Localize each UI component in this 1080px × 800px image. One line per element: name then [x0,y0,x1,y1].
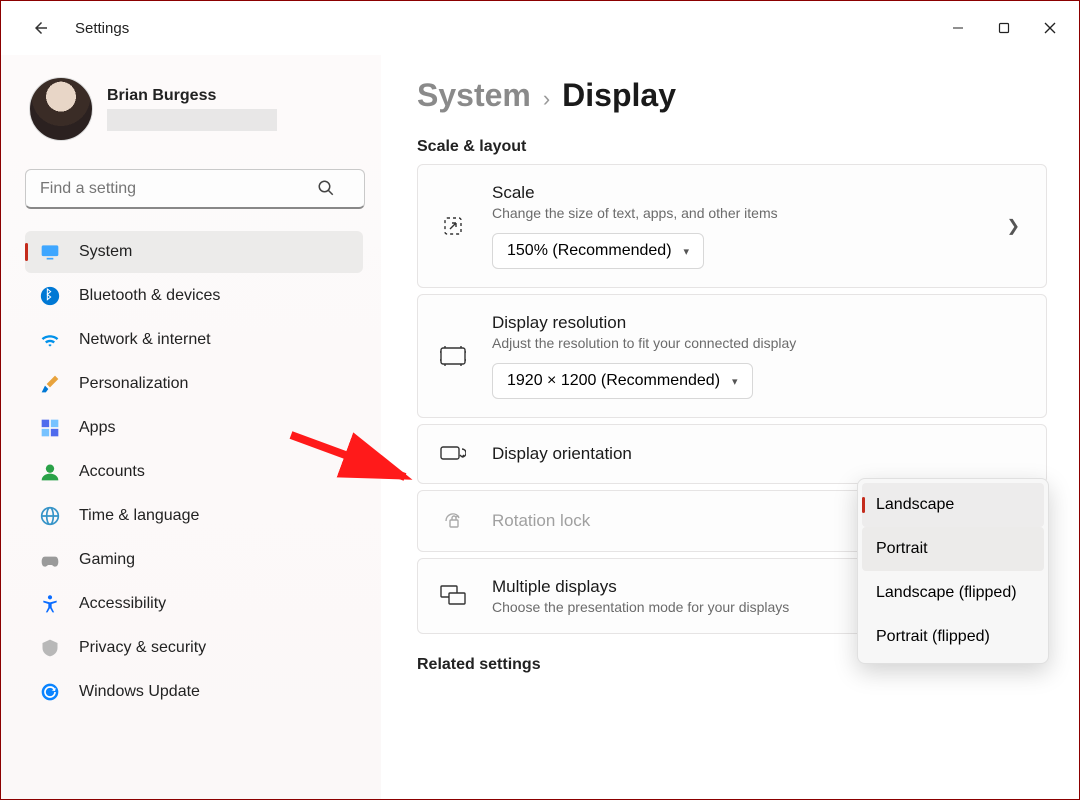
search-icon [317,179,335,197]
main-content: System › Display Scale & layout Scale Ch… [381,55,1079,799]
resolution-icon [438,344,468,368]
resolution-select[interactable]: 1920 × 1200 (Recommended) ▾ [492,363,753,399]
rotation-lock-icon [438,509,468,533]
sidebar-item-apps[interactable]: Apps [25,407,363,449]
scale-select[interactable]: 150% (Recommended) ▾ [492,233,704,269]
orientation-option-landscape[interactable]: Landscape [862,483,1044,527]
shield-icon [39,637,61,659]
card-scale[interactable]: Scale Change the size of text, apps, and… [417,164,1047,288]
sidebar-item-label: Accounts [79,463,145,481]
card-orientation[interactable]: Display orientation [417,424,1047,484]
orientation-dropdown: Landscape Portrait Landscape (flipped) P… [857,478,1049,664]
sidebar-item-label: Bluetooth & devices [79,287,220,305]
update-icon [39,681,61,703]
person-icon [39,461,61,483]
multiple-displays-icon [438,585,468,607]
close-icon [1044,22,1056,34]
wifi-icon [39,329,61,351]
scale-value: 150% (Recommended) [507,242,672,260]
sidebar-item-label: Network & internet [79,331,211,349]
apps-icon [39,417,61,439]
sidebar-item-label: System [79,243,132,261]
sidebar-item-network[interactable]: Network & internet [25,319,363,361]
orientation-icon [438,443,468,465]
minimize-button[interactable] [935,8,981,48]
monitor-icon [39,241,61,263]
close-button[interactable] [1027,8,1073,48]
sidebar-item-label: Time & language [79,507,199,525]
bluetooth-icon [39,285,61,307]
sidebar-item-system[interactable]: System [25,231,363,273]
orientation-option-landscape-flipped[interactable]: Landscape (flipped) [862,571,1044,615]
user-name: Brian Burgess [107,87,277,105]
sidebar-item-label: Gaming [79,551,135,569]
sidebar-item-windows-update[interactable]: Windows Update [25,671,363,713]
sidebar-item-gaming[interactable]: Gaming [25,539,363,581]
accessibility-icon [39,593,61,615]
orientation-option-portrait-flipped[interactable]: Portrait (flipped) [862,615,1044,659]
chevron-right-icon: › [543,86,550,112]
breadcrumb-parent[interactable]: System [417,77,531,114]
sidebar-item-label: Apps [79,419,115,437]
chevron-down-icon: ▾ [684,245,690,258]
back-arrow-icon [32,19,50,37]
card-title: Display orientation [492,444,1026,464]
user-email-redacted [107,109,277,131]
sidebar-item-accessibility[interactable]: Accessibility [25,583,363,625]
breadcrumb: System › Display [417,69,1047,138]
globe-icon [39,505,61,527]
sidebar-item-privacy[interactable]: Privacy & security [25,627,363,669]
sidebar-item-bluetooth[interactable]: Bluetooth & devices [25,275,363,317]
chevron-right-icon[interactable]: ❯ [1007,216,1026,236]
sidebar-item-label: Privacy & security [79,639,206,657]
user-block[interactable]: Brian Burgess [25,67,363,159]
search-container [25,169,363,209]
title-bar: Settings [1,1,1079,55]
back-button[interactable] [21,8,61,48]
sidebar-item-personalization[interactable]: Personalization [25,363,363,405]
sidebar-item-label: Accessibility [79,595,166,613]
breadcrumb-current: Display [562,77,676,114]
sidebar-item-label: Windows Update [79,683,200,701]
sidebar-item-label: Personalization [79,375,188,393]
sidebar: Brian Burgess System Bluetooth & devices… [1,55,381,799]
resolution-value: 1920 × 1200 (Recommended) [507,372,720,390]
search-input[interactable] [25,169,365,209]
window-title: Settings [75,20,129,37]
chevron-down-icon: ▾ [732,375,738,388]
section-title-scale-layout: Scale & layout [417,138,1047,164]
sidebar-nav: System Bluetooth & devices Network & int… [25,231,363,713]
scale-icon [438,214,468,238]
card-description: Adjust the resolution to fit your connec… [492,335,1026,351]
card-title: Display resolution [492,313,1026,333]
avatar [29,77,93,141]
sidebar-item-accounts[interactable]: Accounts [25,451,363,493]
maximize-icon [998,22,1010,34]
maximize-button[interactable] [981,8,1027,48]
orientation-option-portrait[interactable]: Portrait [862,527,1044,571]
card-resolution[interactable]: Display resolution Adjust the resolution… [417,294,1047,418]
gamepad-icon [39,549,61,571]
minimize-icon [952,22,964,34]
sidebar-item-time-language[interactable]: Time & language [25,495,363,537]
card-description: Change the size of text, apps, and other… [492,205,983,221]
brush-icon [39,373,61,395]
card-title: Scale [492,183,983,203]
